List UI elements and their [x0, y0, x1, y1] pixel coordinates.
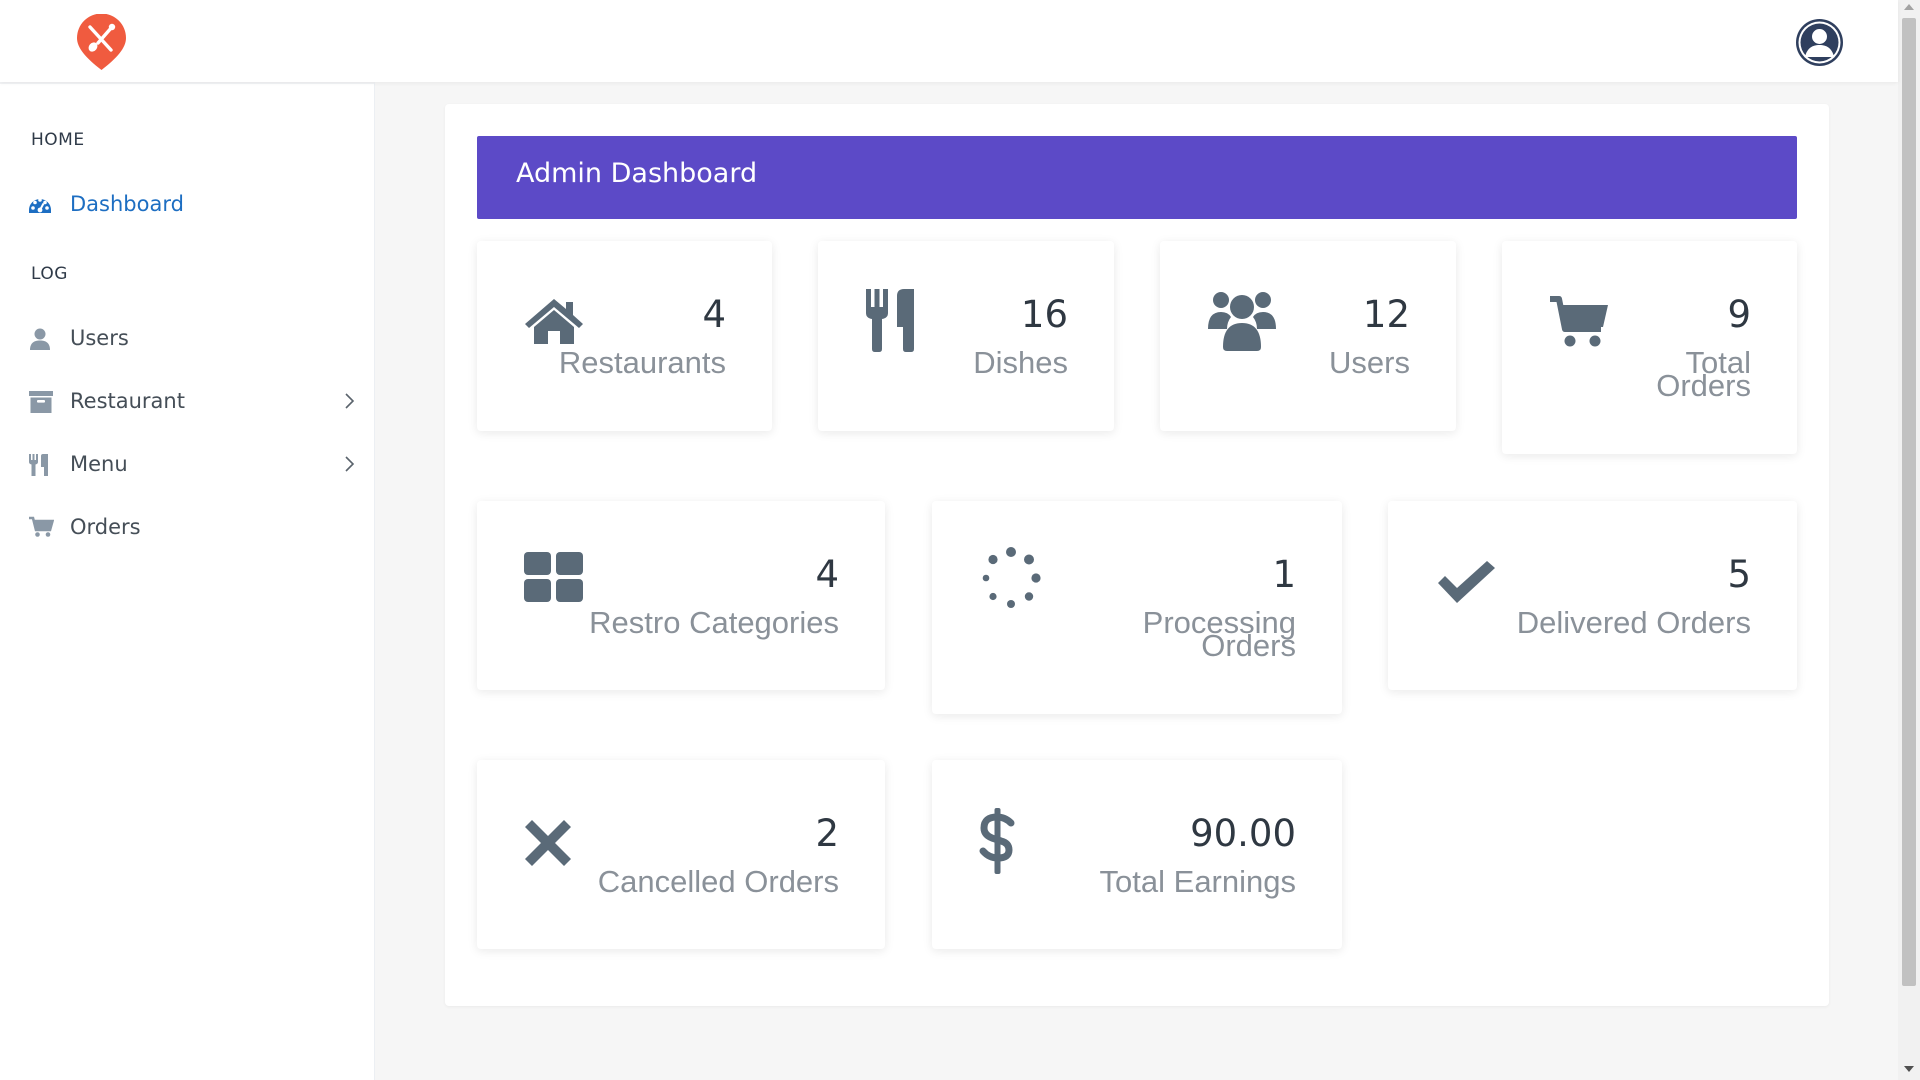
- sidebar-item-orders[interactable]: Orders: [0, 504, 375, 550]
- stat-caption: Processing Orders: [1142, 605, 1296, 663]
- sidebar-item-menu[interactable]: Menu: [0, 441, 375, 487]
- user-icon: [28, 327, 52, 350]
- sidebar-item-restaurant[interactable]: Restaurant: [0, 378, 375, 424]
- stat-caption: Delivered Orders: [1516, 605, 1751, 640]
- stat-value: 16: [1020, 293, 1068, 336]
- scroll-up-arrow-icon[interactable]: [1904, 4, 1914, 10]
- dashboard-icon: [28, 193, 52, 215]
- stat-caption: Dishes: [973, 345, 1068, 380]
- sidebar-item-users[interactable]: Users: [0, 315, 375, 361]
- stat-value: 1: [1272, 553, 1296, 596]
- stat-card-restaurants[interactable]: 4 Restaurants: [477, 241, 772, 431]
- sidebar-item-dashboard[interactable]: Dashboard: [0, 181, 375, 227]
- stat-card-restro-categories[interactable]: 4 Restro Categories: [477, 501, 885, 690]
- users-icon: [1206, 287, 1278, 351]
- sidebar-item-label: Restaurant: [70, 389, 185, 413]
- cutlery-icon: [864, 287, 926, 352]
- app-logo-icon[interactable]: [76, 14, 127, 71]
- times-icon: [523, 818, 585, 880]
- stat-value: 4: [702, 293, 726, 336]
- cart-icon: [1548, 295, 1610, 357]
- stat-value: 4: [815, 553, 839, 596]
- cart-icon: [28, 516, 54, 538]
- stat-caption: Users: [1329, 345, 1410, 380]
- stat-card-processing-orders[interactable]: 1 Processing Orders: [932, 501, 1342, 714]
- stat-card-delivered-orders[interactable]: 5 Delivered Orders: [1388, 501, 1797, 690]
- sidebar: HOME Dashboard LOG Users Restaurant Menu…: [0, 82, 375, 1080]
- sidebar-heading-log: LOG: [31, 264, 68, 284]
- scroll-down-arrow-icon[interactable]: [1904, 1066, 1914, 1072]
- dashboard-header: Admin Dashboard: [477, 136, 1797, 219]
- user-avatar[interactable]: [1796, 19, 1843, 66]
- stat-caption: Restro Categories: [589, 605, 839, 640]
- sidebar-heading-home: HOME: [31, 130, 85, 150]
- page-scrollbar[interactable]: [1898, 0, 1920, 1080]
- stat-value: 12: [1362, 293, 1410, 336]
- top-navbar: [0, 0, 1898, 82]
- stat-card-users[interactable]: 12 Users: [1160, 241, 1456, 431]
- stat-card-dishes[interactable]: 16 Dishes: [818, 241, 1114, 431]
- sidebar-item-label: Users: [70, 326, 129, 350]
- sidebar-item-label: Dashboard: [70, 192, 184, 216]
- spinner-icon: [980, 547, 1042, 609]
- stat-caption: Restaurants: [558, 345, 726, 380]
- dollar-icon: [978, 806, 1018, 876]
- sidebar-item-label: Orders: [70, 515, 141, 539]
- stat-value: 5: [1727, 553, 1751, 596]
- scrollbar-thumb[interactable]: [1902, 18, 1916, 986]
- grid-icon: [523, 551, 585, 613]
- chevron-right-icon: [342, 392, 356, 410]
- cutlery-icon: [28, 453, 52, 476]
- page-title: Admin Dashboard: [516, 158, 758, 189]
- stat-card-cancelled-orders[interactable]: 2 Cancelled Orders: [477, 760, 885, 949]
- stat-card-total-earnings[interactable]: 90.00 Total Earnings: [932, 760, 1342, 949]
- archive-icon: [28, 390, 53, 413]
- stat-value: 9: [1727, 293, 1751, 336]
- stat-caption: Total Orders: [1656, 345, 1751, 403]
- check-icon: [1436, 559, 1498, 621]
- chevron-right-icon: [342, 455, 356, 473]
- sidebar-item-label: Menu: [70, 452, 128, 476]
- stat-value: 90.00: [1190, 812, 1296, 855]
- stat-caption: Cancelled Orders: [597, 864, 839, 899]
- stat-caption: Total Earnings: [1099, 864, 1296, 899]
- stat-value: 2: [815, 812, 839, 855]
- stat-card-total-orders[interactable]: 9 Total Orders: [1502, 241, 1797, 454]
